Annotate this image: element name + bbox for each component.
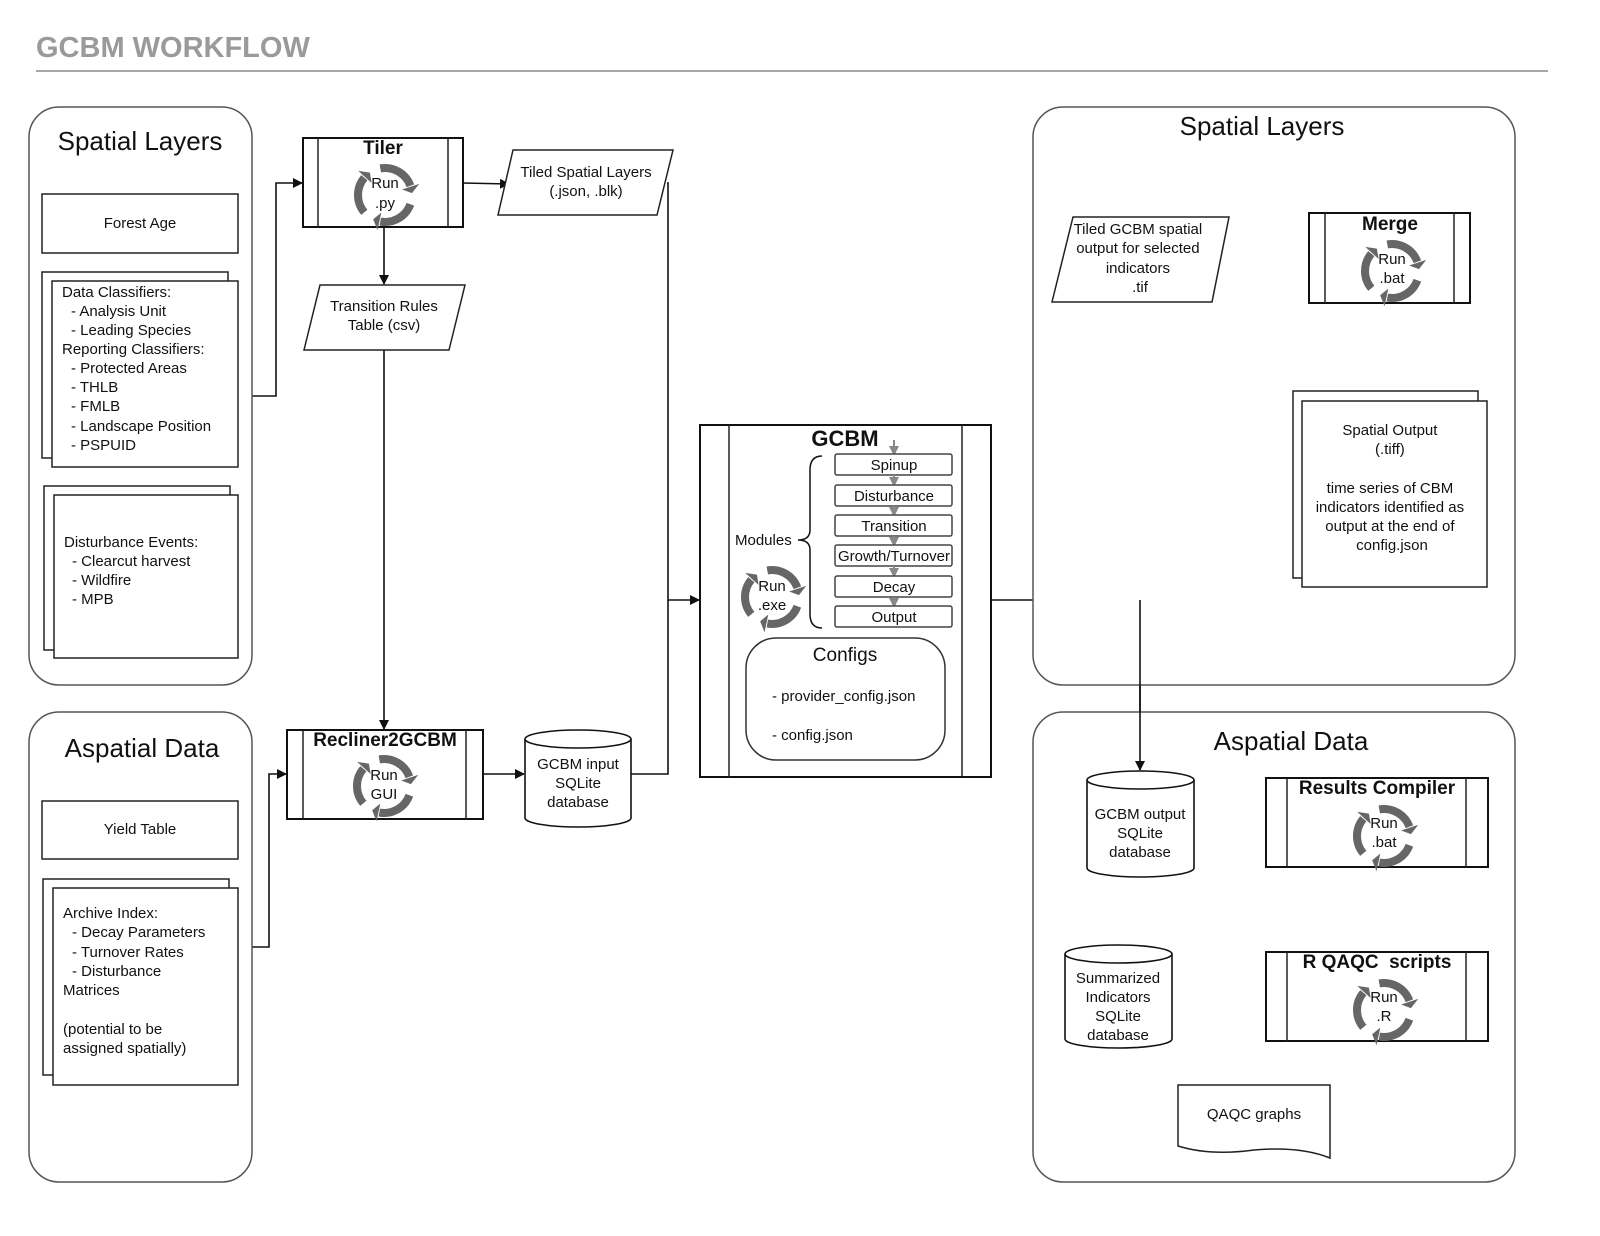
modules-label: Modules [735, 532, 792, 549]
run-ext-label: GUI [371, 786, 398, 803]
run-label: Run [1370, 989, 1398, 1006]
recliner-title: Recliner2GCBM [313, 730, 457, 751]
archive-index-document: Archive Index: - Decay Parameters - Turn… [42, 878, 239, 1086]
module-label: Decay [873, 579, 916, 596]
workflow-diagram: GCBM WORKFLOW Spatial Layers Forest Age … [28, 32, 1548, 1183]
r-qaqc-process: R QAQC scripts Run .R [1265, 951, 1489, 1046]
merge-process: Merge Run .bat [1308, 212, 1471, 307]
recliner2gcbm-process: Recliner2GCBM Run GUI [286, 729, 484, 822]
left-spatial-layers-panel: Spatial Layers Forest Age Data Classifie… [28, 106, 253, 686]
cylinder-top [1086, 770, 1195, 790]
run-ext-label: .bat [1371, 834, 1397, 851]
config-file: - provider_config.json [772, 688, 915, 705]
config-file: - config.json [772, 727, 853, 744]
module-label: Disturbance [854, 488, 934, 505]
results-compiler-process: Results Compiler Run .bat [1265, 777, 1489, 872]
rqaqc-title: R QAQC scripts [1303, 952, 1452, 973]
forest-age-label: Forest Age [104, 215, 177, 232]
gcbm-output-database [1086, 770, 1195, 878]
yield-table-label: Yield Table [104, 821, 177, 838]
panel-title: Spatial Layers [58, 126, 223, 156]
tiler-process: Tiler Run .py [302, 137, 464, 231]
cylinder-top [1064, 944, 1173, 964]
tiler-title: Tiler [363, 138, 403, 159]
run-label: Run [758, 578, 786, 595]
connector-tiler-to-tiled-layers [462, 178, 510, 189]
run-label: Run [370, 767, 398, 784]
right-spatial-layers-panel: Spatial Layers Tiled GCBM spatial output… [1032, 106, 1516, 686]
gcbm-process: GCBM Modules Spinup Disturbance Transition… [699, 424, 992, 778]
run-label: Run [1378, 251, 1406, 268]
module-label: Transition [861, 518, 926, 535]
connector-tiled-to-gcbm [667, 182, 700, 605]
qaqc-graphs-label: QAQC graphs [1207, 1106, 1301, 1123]
panel-title: Aspatial Data [65, 733, 220, 763]
left-aspatial-data-panel: Aspatial Data Yield Table Archive Index:… [28, 711, 253, 1183]
run-ext-label: .R [1377, 1008, 1392, 1025]
run-label: Run [371, 175, 399, 192]
connector-aspatial-to-recliner [252, 769, 287, 948]
connector-input-db-to-gcbm [631, 600, 669, 775]
tiled-spatial-layers-data: Tiled Spatial Layers (.json, .blk) [497, 149, 674, 216]
cylinder-top [524, 729, 632, 749]
configs-title: Configs [813, 645, 877, 666]
run-ext-label: .bat [1379, 270, 1405, 287]
gcbm-title: GCBM [811, 426, 878, 451]
run-label: Run [1370, 815, 1398, 832]
qaqc-graphs-document: QAQC graphs [1177, 1084, 1331, 1160]
module-label: Output [871, 609, 917, 626]
classifiers-document: Data Classifiers: - Analysis Unit - Lead… [41, 271, 239, 468]
page-title: GCBM WORKFLOW [36, 32, 310, 64]
connector-spatial-to-tiler [252, 178, 303, 397]
module-label: Spinup [871, 457, 918, 474]
spatial-output-document: Spatial Output (.tiff) time series of CB… [1292, 390, 1488, 588]
transition-rules-data: Transition Rules Table (csv) [303, 284, 466, 351]
disturbance-document: Disturbance Events: - Clearcut harvest -… [43, 485, 239, 659]
run-ext-label: .py [375, 195, 396, 212]
panel-title: Spatial Layers [1180, 111, 1345, 141]
results-compiler-title: Results Compiler [1299, 778, 1456, 799]
panel-title: Aspatial Data [1214, 726, 1369, 756]
merge-title: Merge [1362, 214, 1418, 235]
run-ext-label: .exe [758, 597, 786, 614]
module-label: Growth/Turnover [838, 548, 950, 565]
